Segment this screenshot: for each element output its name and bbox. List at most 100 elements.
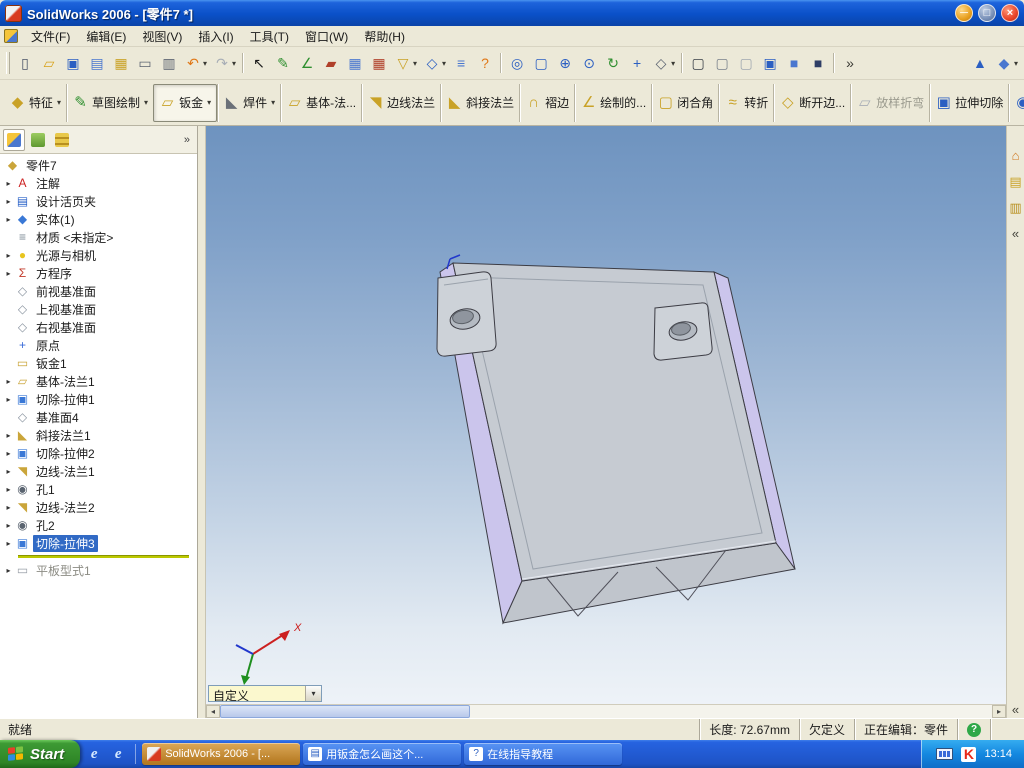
measure-button[interactable]: ≡ [450,52,472,74]
tree-item-sheet-metal1[interactable]: ▭ 钣金1 [2,354,197,372]
maximize-button[interactable]: □ [978,4,996,22]
dropdown-caret-icon[interactable]: ▾ [413,59,417,68]
rotate-view-button[interactable]: ↻ [602,52,624,74]
dropdown-caret-icon[interactable]: ▾ [271,98,275,107]
title-bar[interactable]: SolidWorks 2006 - [零件7 *] ─ □ × [0,0,1024,26]
scrollbar-thumb[interactable] [220,705,470,718]
menu-help[interactable]: 帮助(H) [356,25,413,48]
dropdown-caret-icon[interactable]: ▾ [207,98,211,107]
minimize-button[interactable]: ─ [955,4,973,22]
tree-item-lights-cameras[interactable]: ▸ ● 光源与相机 [2,246,197,264]
tab-configurationmanager[interactable] [51,129,73,151]
shadows-in-shaded-mode-button[interactable]: ■ [807,52,829,74]
sheetmetal-part-model[interactable] [436,254,796,625]
expand-arrow-icon[interactable]: ▸ [2,566,15,575]
help-button[interactable]: ? [474,52,496,74]
open-folder-button[interactable]: ▱ [38,52,60,74]
wireframe-button[interactable]: ▢ [687,52,709,74]
tree-item-cut-extrude1[interactable]: ▸ ▣ 切除-拉伸1 [2,390,197,408]
quick-tips-icon[interactable]: ? [967,722,981,737]
tree-item-base-flange1[interactable]: ▸ ▱ 基体-法兰1 [2,372,197,390]
sketch-mode-button[interactable]: ✎ 草图绘制 ▾ [66,83,153,122]
expand-arrow-icon[interactable]: ▸ [2,539,15,548]
sketch-button[interactable]: ✎ [272,52,294,74]
tree-item-hole1[interactable]: ▸ ◉ 孔1 [2,480,197,498]
menu-window[interactable]: 窗口(W) [297,25,356,48]
tree-item-right-plane[interactable]: ◇ 右视基准面 [2,318,197,336]
dropdown-caret-icon[interactable]: ▾ [144,98,148,107]
undo-button[interactable]: ↶ ▾ [182,52,209,74]
tree-item-part-root[interactable]: ◆ 零件7 [2,156,197,174]
tree-item-plane4[interactable]: ◇ 基准面4 [2,408,197,426]
solidworks-resources-button[interactable]: ⌂ [1008,148,1024,164]
pan-button[interactable]: + [626,52,648,74]
make-assembly-from-part-button[interactable]: ▦ [110,52,132,74]
dropdown-caret-icon[interactable]: ▾ [57,98,61,107]
dropdown-caret-icon[interactable]: ▾ [671,59,675,68]
zoom-in-out-button[interactable]: ⊕ [554,52,576,74]
start-button[interactable]: Start [0,740,81,768]
expand-arrow-icon[interactable]: ▸ [2,197,15,206]
expand-arrow-icon[interactable]: ▸ [2,269,15,278]
miter-flange-button[interactable]: ◣ 斜接法兰 [440,83,519,122]
quick-snaps-button[interactable]: ◇ ▾ [421,52,448,74]
zoom-to-selection-button[interactable]: ⊙ [578,52,600,74]
internet-explorer-button[interactable]: e [84,744,104,764]
tab-featuremanager[interactable] [3,128,25,151]
tree-item-equations[interactable]: ▸ Σ 方程序 [2,264,197,282]
expand-arrow-icon[interactable]: ▸ [2,251,15,260]
tree-item-flat-pattern1[interactable]: ▸ ▭ 平板型式1 [2,561,197,579]
collapse-task-pane-button[interactable]: « [1008,226,1024,242]
zoom-to-fit-button[interactable]: ◎ [506,52,528,74]
scrollbar-track[interactable] [220,705,992,718]
edge-flange-button[interactable]: ◥ 边线法兰 [361,83,440,122]
view-orientation-combo[interactable]: 自定义 ▾ [208,685,322,702]
tree-item-front-plane[interactable]: ◇ 前视基准面 [2,282,197,300]
grid-button[interactable]: ▦ [344,52,366,74]
shaded-with-edges-button[interactable]: ▣ [759,52,781,74]
zoom-to-area-button[interactable]: ▢ [530,52,552,74]
hidden-lines-removed-button[interactable]: ▢ [735,52,757,74]
sketched-bend-button[interactable]: ∠ 绘制的... [574,83,651,122]
keyboard-tray-icon[interactable] [936,748,954,760]
expand-arrow-icon[interactable]: ▸ [2,215,15,224]
dropdown-caret-icon[interactable]: ▾ [442,59,446,68]
new-document-button[interactable]: ▯ [14,52,36,74]
expand-arrow-icon[interactable]: ▸ [2,503,15,512]
tree-item-edge-flange2[interactable]: ▸ ◥ 边线-法兰2 [2,498,197,516]
combo-dropdown-button[interactable]: ▾ [305,686,321,701]
sheet-metal-button[interactable]: ▱ 钣金 ▾ [153,83,218,122]
hem-button[interactable]: ∩ 褶边 [519,83,574,122]
scroll-right-button[interactable]: ▸ [992,705,1006,718]
menu-edit[interactable]: 编辑(E) [78,25,134,48]
dropdown-caret-icon[interactable]: ▾ [1014,59,1018,68]
tree-item-cut-extrude3[interactable]: ▸ ▣ 切除-拉伸3 [2,534,197,552]
display-settings-button[interactable]: ◆ ▾ [993,52,1020,74]
break-corner-button[interactable]: ◇ 断开边... [773,83,850,122]
expand-arrow-icon[interactable]: ▸ [2,485,15,494]
expand-arrow-icon[interactable]: ▸ [2,467,15,476]
extruded-cut-button[interactable]: ▣ 拉伸切除 [929,83,1008,122]
graphics-viewport[interactable]: X 自定义 ▾ ◂ ▸ [206,126,1006,718]
tab-propertymanager[interactable] [27,129,49,151]
menu-tools[interactable]: 工具(T) [242,25,297,48]
tree-item-solid-bodies[interactable]: ▸ ◆ 实体(1) [2,210,197,228]
design-library-button[interactable]: ▤ [1008,174,1024,190]
toolbar-grip[interactable] [6,52,10,74]
rollback-bar[interactable] [18,555,189,558]
standard-views-button[interactable]: ◇ ▾ [650,52,677,74]
tree-item-top-plane[interactable]: ◇ 上视基准面 [2,300,197,318]
dropdown-caret-icon[interactable]: ▾ [203,59,207,68]
tree-item-origin[interactable]: + 原点 [2,336,197,354]
3d-model-canvas[interactable]: X [206,126,1006,718]
panel-overflow-button[interactable]: » [180,134,194,146]
expand-arrow-icon[interactable]: ▸ [2,377,15,386]
toolbar-overflow-button[interactable]: » [839,52,861,74]
view-orientation-button[interactable]: ▲ [969,52,991,74]
save-button[interactable]: ▣ [62,52,84,74]
task-browser-thread[interactable]: ▤ 用钣金怎么画这个... [303,743,462,765]
menu-view[interactable]: 视图(V) [134,25,190,48]
selection-filter-button[interactable]: ▽ ▾ [392,52,419,74]
print-button[interactable]: ▭ [134,52,156,74]
simple-hole-button[interactable]: ◉简单直孔 [1008,83,1024,122]
